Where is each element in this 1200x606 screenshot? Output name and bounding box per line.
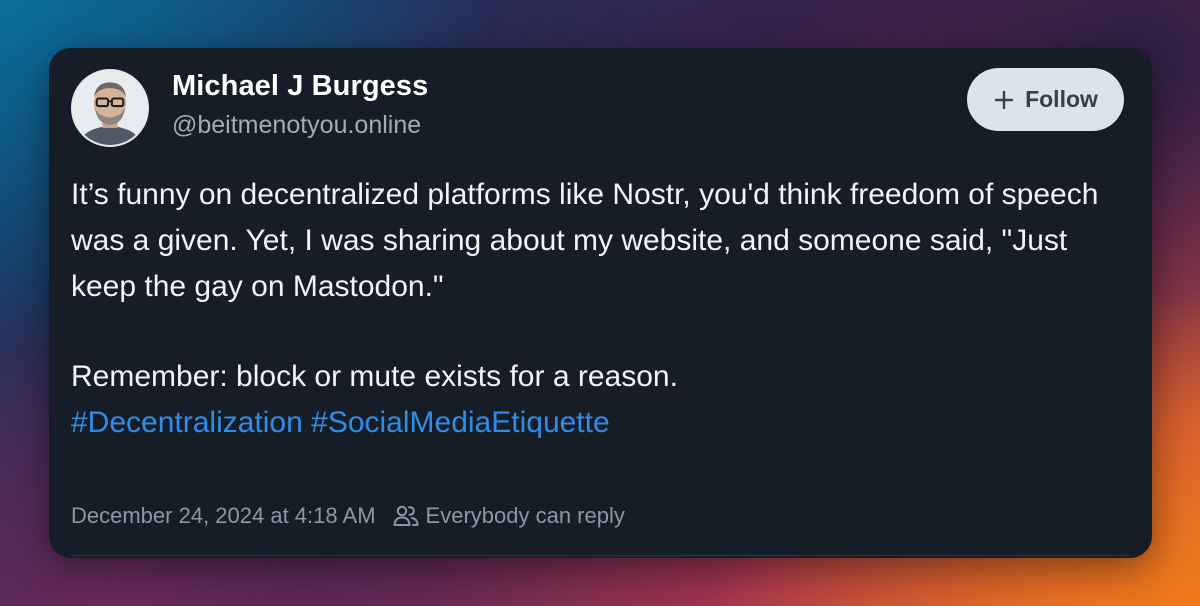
post-meta: December 24, 2024 at 4:18 AM Everybody c…	[71, 502, 625, 530]
follow-button[interactable]: Follow	[967, 68, 1124, 131]
plus-icon	[994, 90, 1014, 109]
hashtag-link[interactable]: #SocialMediaEtiquette	[311, 406, 610, 439]
post-paragraph: It’s funny on decentralized platforms li…	[71, 178, 1099, 303]
post-timestamp[interactable]: December 24, 2024 at 4:18 AM	[71, 503, 376, 529]
hashtag-list: #Decentralization #SocialMediaEtiquette	[71, 400, 1111, 446]
hashtag-link[interactable]: #Decentralization	[71, 406, 303, 439]
post-paragraph: Remember: block or mute exists for a rea…	[71, 360, 678, 393]
follow-button-label: Follow	[1025, 86, 1098, 112]
author-name[interactable]: Michael J Burgess	[172, 70, 428, 103]
post-body: It’s funny on decentralized platforms li…	[71, 172, 1111, 446]
divider	[71, 555, 1130, 556]
avatar-image	[73, 71, 147, 145]
reply-setting[interactable]: Everybody can reply	[426, 503, 625, 529]
author-handle[interactable]: @beitmenotyou.online	[172, 111, 421, 140]
post-card: Michael J Burgess @beitmenotyou.online F…	[49, 48, 1152, 558]
people-icon	[393, 505, 419, 526]
avatar[interactable]	[71, 69, 149, 147]
